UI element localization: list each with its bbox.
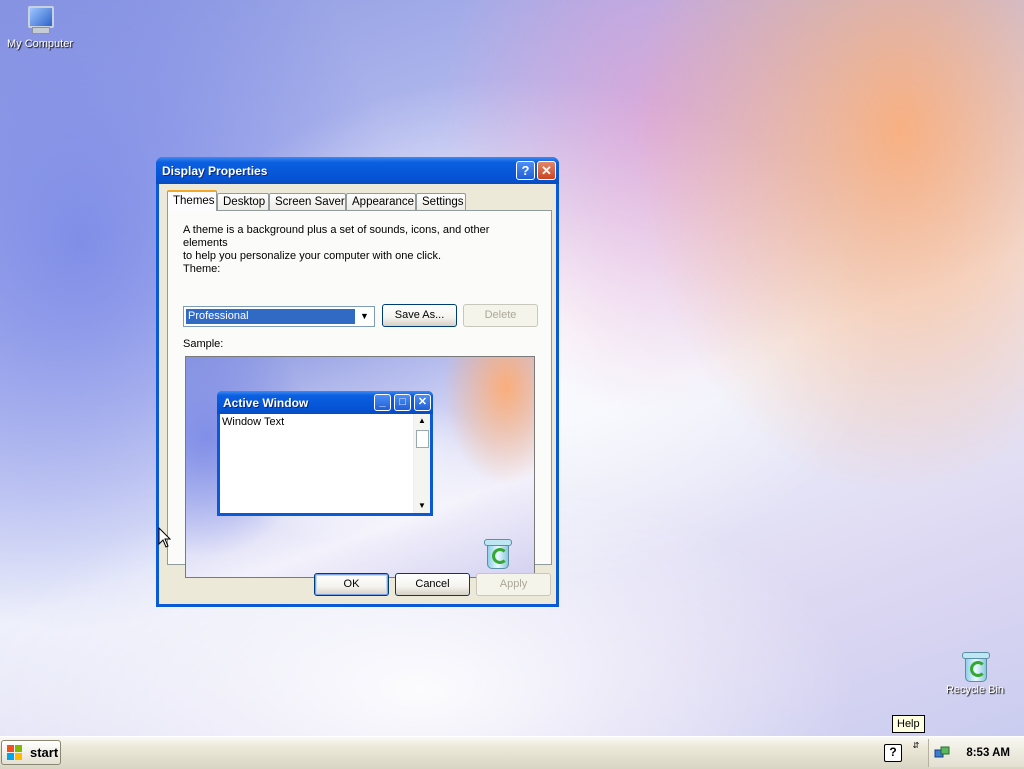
tab-appearance[interactable]: Appearance [346,193,416,210]
sample-active-window: Active Window _ □ ✕ Window Text ▲ ▼ [217,391,433,516]
scroll-up-icon: ▲ [418,416,426,425]
desktop-icon-label: Recycle Bin [945,684,1005,696]
tab-settings[interactable]: Settings [416,193,466,210]
themes-panel: A theme is a background plus a set of so… [167,210,552,578]
start-label: start [30,745,59,760]
dialog-title-bar[interactable]: Display Properties ? ✕ [156,157,559,184]
close-button[interactable]: ✕ [537,161,556,180]
taskbar: start 8:53 AM [0,736,1024,769]
chevron-down-icon[interactable]: ▼ [356,308,373,325]
desktop-icon-label: My Computer [6,38,74,50]
theme-label: Theme: [183,263,221,275]
start-button[interactable]: start [1,740,61,765]
close-icon: ✕ [541,163,552,178]
maximize-icon: □ [394,394,411,411]
ok-button[interactable]: OK [314,573,389,596]
tab-desktop[interactable]: Desktop [217,193,269,210]
theme-sample-preview: Active Window _ □ ✕ Window Text ▲ ▼ [185,356,535,578]
help-tooltip: Help [892,715,925,733]
display-properties-dialog: Display Properties ? ✕ Themes Desktop Sc… [156,157,559,607]
sample-window-text: Window Text [222,416,285,428]
tab-themes[interactable]: Themes [167,190,217,211]
minimize-icon: _ [374,394,391,411]
theme-dropdown[interactable]: Professional ▼ [183,306,375,327]
desktop-icon-my-computer[interactable]: My Computer [0,4,80,50]
desktop-icon-recycle-bin[interactable]: Recycle Bin [935,650,1015,696]
dialog-client-area: Themes Desktop Screen Saver Appearance S… [159,184,556,604]
description-line: to help you personalize your computer wi… [183,250,442,262]
save-as-button[interactable]: Save As... [382,304,457,327]
recycle-bin-icon [961,650,990,682]
recycle-bin-icon [483,537,512,569]
help-button[interactable]: ? [516,161,535,180]
close-icon: ✕ [414,394,431,411]
description-line: A theme is a background plus a set of so… [183,224,490,249]
computer-icon [24,4,56,36]
tray-toggle-icon[interactable]: ⇵ [910,742,922,750]
tab-screen-saver[interactable]: Screen Saver [269,193,346,210]
cancel-button[interactable]: Cancel [395,573,470,596]
sample-window-body: Window Text ▲ ▼ [220,414,430,513]
theme-description: A theme is a background plus a set of so… [183,224,533,263]
delete-button[interactable]: Delete [463,304,538,327]
help-tray-icon[interactable]: ? [884,744,902,762]
system-tray: 8:53 AM [928,739,1024,767]
sample-label: Sample: [183,338,224,350]
clock[interactable]: 8:53 AM [966,747,1010,759]
sample-window-title-bar: Active Window _ □ ✕ [217,391,433,414]
theme-selected-value: Professional [186,309,355,324]
network-icon[interactable] [934,745,950,761]
mouse-cursor-icon [158,527,172,548]
dialog-title: Display Properties [162,164,268,178]
apply-button[interactable]: Apply [476,573,551,596]
scroll-down-icon: ▼ [418,501,426,510]
question-mark-icon: ? [521,163,530,178]
windows-logo-icon [7,745,23,761]
sample-scrollbar: ▲ ▼ [413,414,430,513]
sample-window-title: Active Window [223,396,309,410]
scroll-thumb [416,430,429,448]
